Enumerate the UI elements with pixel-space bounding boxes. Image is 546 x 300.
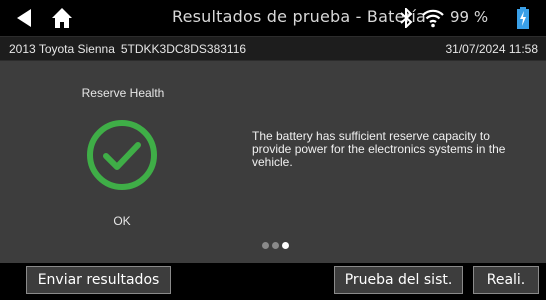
result-panel[interactable]: Reserve Health OK The battery has suffic… xyxy=(0,61,546,263)
result-status: OK xyxy=(113,214,131,228)
vehicle-vin: 5TDKK3DC8DS383116 xyxy=(120,42,247,56)
home-icon[interactable] xyxy=(51,7,73,33)
page-dot xyxy=(272,242,279,249)
result-message: The battery has sufficient reserve capac… xyxy=(252,129,506,169)
result-title: Reserve Health xyxy=(81,86,165,100)
battery-percentage: 99 % xyxy=(450,8,489,26)
done-button[interactable]: Reali. xyxy=(473,266,539,294)
vehicle-name: 2013 Toyota Sienna xyxy=(9,42,115,56)
page-dot xyxy=(262,242,269,249)
back-arrow-icon[interactable] xyxy=(14,7,34,33)
vehicle-info-bar: 2013 Toyota Sienna 5TDKK3DC8DS383116 31/0… xyxy=(0,36,546,61)
page-dot-active xyxy=(282,242,289,249)
page-indicator xyxy=(262,242,292,250)
send-results-button[interactable]: Enviar resultados xyxy=(26,266,171,294)
vehicle-info: 2013 Toyota Sienna 5TDKK3DC8DS383116 xyxy=(9,42,246,56)
system-test-button[interactable]: Prueba del sist. xyxy=(334,266,463,294)
action-bar: Enviar resultados Prueba del sist. Reali… xyxy=(0,263,546,300)
page-title: Resultados de prueba - Batería xyxy=(172,7,427,26)
battery-charging-icon xyxy=(516,7,530,33)
check-circle-icon xyxy=(86,119,158,195)
wifi-icon xyxy=(421,8,445,32)
date-time: 31/07/2024 11:58 xyxy=(445,42,538,56)
status-bar: Resultados de prueba - Batería 99 % xyxy=(0,0,546,36)
bluetooth-icon xyxy=(398,6,414,32)
